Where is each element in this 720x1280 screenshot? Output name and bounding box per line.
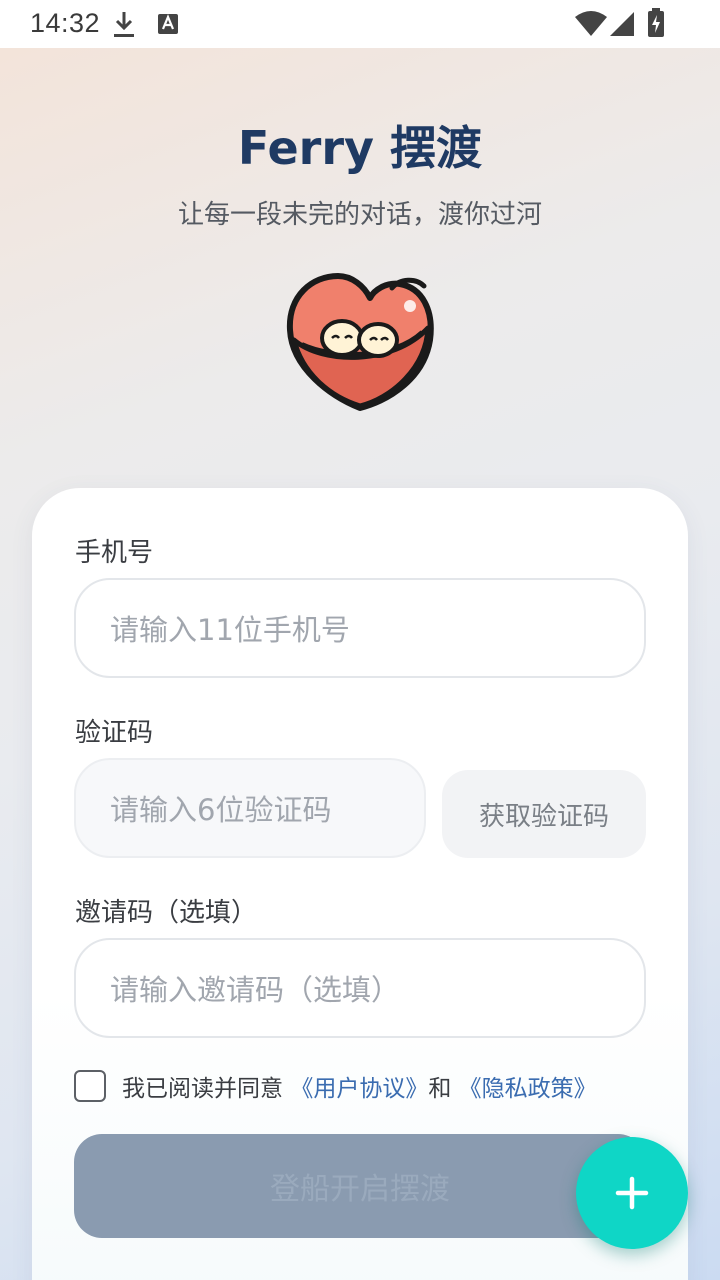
agreement-checkbox[interactable] — [74, 1070, 106, 1102]
code-input[interactable]: 请输入6位验证码 — [74, 758, 426, 858]
app-subtitle: 让每一段未完的对话，渡你过河 — [177, 200, 542, 230]
app-title: Ferry 摆渡 — [237, 121, 483, 175]
heart-mascot-logo — [286, 273, 434, 411]
download-icon — [114, 12, 134, 37]
text-a-icon — [158, 14, 178, 34]
invite-input[interactable]: 请输入邀请码（选填） — [74, 938, 646, 1038]
plus-icon — [615, 1176, 649, 1210]
battery-charging-icon — [648, 8, 664, 37]
wifi-icon — [575, 11, 607, 36]
agreement-prefix: 我已阅读并同意 — [122, 1076, 283, 1102]
user-agreement-link[interactable]: 《用户协议》 — [290, 1076, 428, 1102]
phone-label: 手机号 — [75, 538, 154, 568]
agreement-and: 和 — [428, 1076, 452, 1102]
signal-icon — [610, 12, 634, 36]
phone-input[interactable]: 请输入11位手机号 — [74, 578, 646, 678]
status-time: 14:32 — [30, 8, 101, 38]
agreement-text: 我已阅读并同意 《用户协议》和 《隐私政策》 — [122, 1069, 597, 1103]
code-label: 验证码 — [75, 718, 154, 748]
privacy-policy-link[interactable]: 《隐私政策》 — [459, 1076, 597, 1102]
status-bar: 14:32 — [0, 0, 720, 48]
submit-button[interactable]: 登船开启摆渡 — [74, 1134, 646, 1238]
invite-label: 邀请码（选填） — [75, 898, 258, 928]
get-code-button[interactable]: 获取验证码 — [442, 770, 646, 858]
agreement-row: 我已阅读并同意 《用户协议》和 《隐私政策》 — [74, 1068, 597, 1104]
fab-button[interactable] — [576, 1137, 688, 1249]
